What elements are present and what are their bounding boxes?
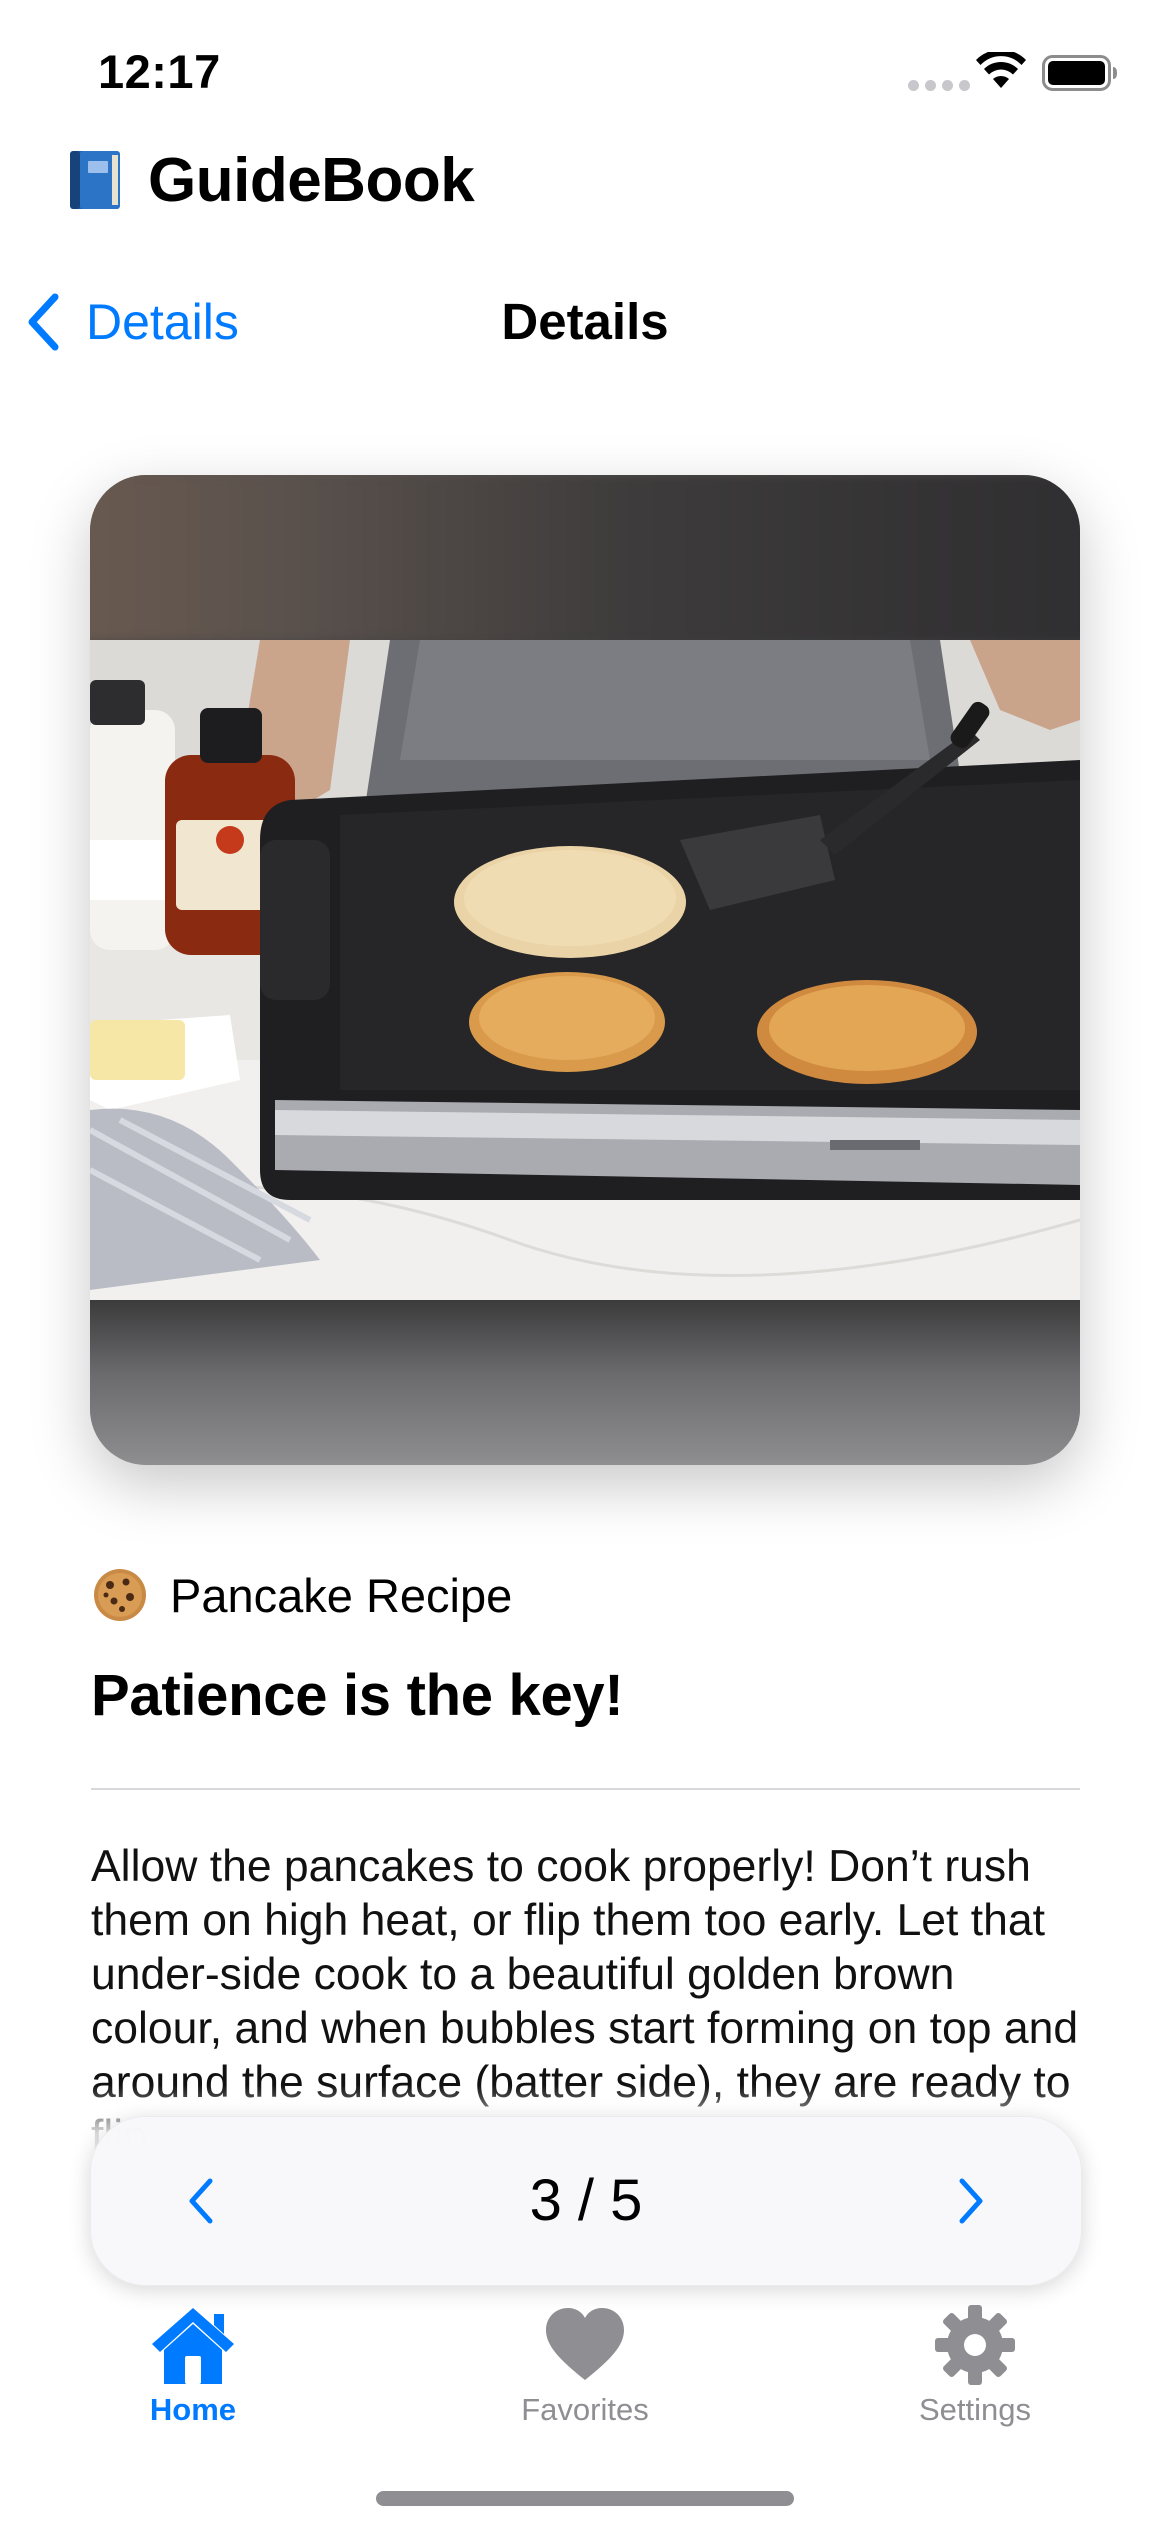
tab-settings[interactable]: Settings bbox=[845, 2290, 1105, 2450]
status-bar: 12:17 bbox=[0, 0, 1170, 150]
back-button[interactable]: Details bbox=[24, 282, 239, 362]
blurred-backdrop-bottom bbox=[90, 1300, 1080, 1465]
cookie-icon bbox=[94, 1569, 146, 1621]
step-headline: Patience is the key! bbox=[91, 1663, 624, 1728]
tab-home[interactable]: Home bbox=[63, 2290, 323, 2450]
recipe-category-label: Pancake Recipe bbox=[170, 1568, 513, 1622]
tab-bar: Home Favorites Settings bbox=[0, 2290, 1170, 2450]
divider bbox=[91, 1788, 1080, 1790]
gear-icon bbox=[935, 2305, 1015, 2385]
wifi-icon bbox=[976, 52, 1026, 88]
tab-favorites-label: Favorites bbox=[521, 2392, 649, 2427]
navigation-bar: Details Details bbox=[0, 282, 1170, 362]
battery-icon bbox=[1042, 55, 1117, 91]
tab-home-label: Home bbox=[149, 2392, 237, 2427]
status-time: 12:17 bbox=[98, 45, 221, 98]
chevron-right-icon bbox=[959, 2178, 983, 2224]
house-icon bbox=[152, 2308, 234, 2384]
step-pager: 3 / 5 bbox=[90, 2116, 1082, 2286]
back-button-label: Details bbox=[86, 294, 239, 350]
cellular-signal-icon bbox=[908, 80, 970, 91]
blurred-backdrop-top bbox=[90, 475, 1080, 644]
next-step-button[interactable] bbox=[931, 2161, 1011, 2241]
app-title: GuideBook bbox=[148, 145, 475, 215]
heart-icon bbox=[546, 2308, 624, 2380]
pancake-photo bbox=[90, 640, 1080, 1300]
tab-settings-label: Settings bbox=[918, 2392, 1031, 2427]
recipe-category: Pancake Recipe bbox=[92, 1562, 512, 1628]
tab-favorites[interactable]: Favorites bbox=[455, 2290, 715, 2450]
app-header: GuideBook bbox=[68, 140, 475, 220]
home-indicator[interactable] bbox=[376, 2491, 794, 2506]
blue-book-icon bbox=[70, 151, 120, 209]
chevron-left-icon bbox=[28, 293, 59, 351]
recipe-image-card bbox=[90, 475, 1080, 1465]
